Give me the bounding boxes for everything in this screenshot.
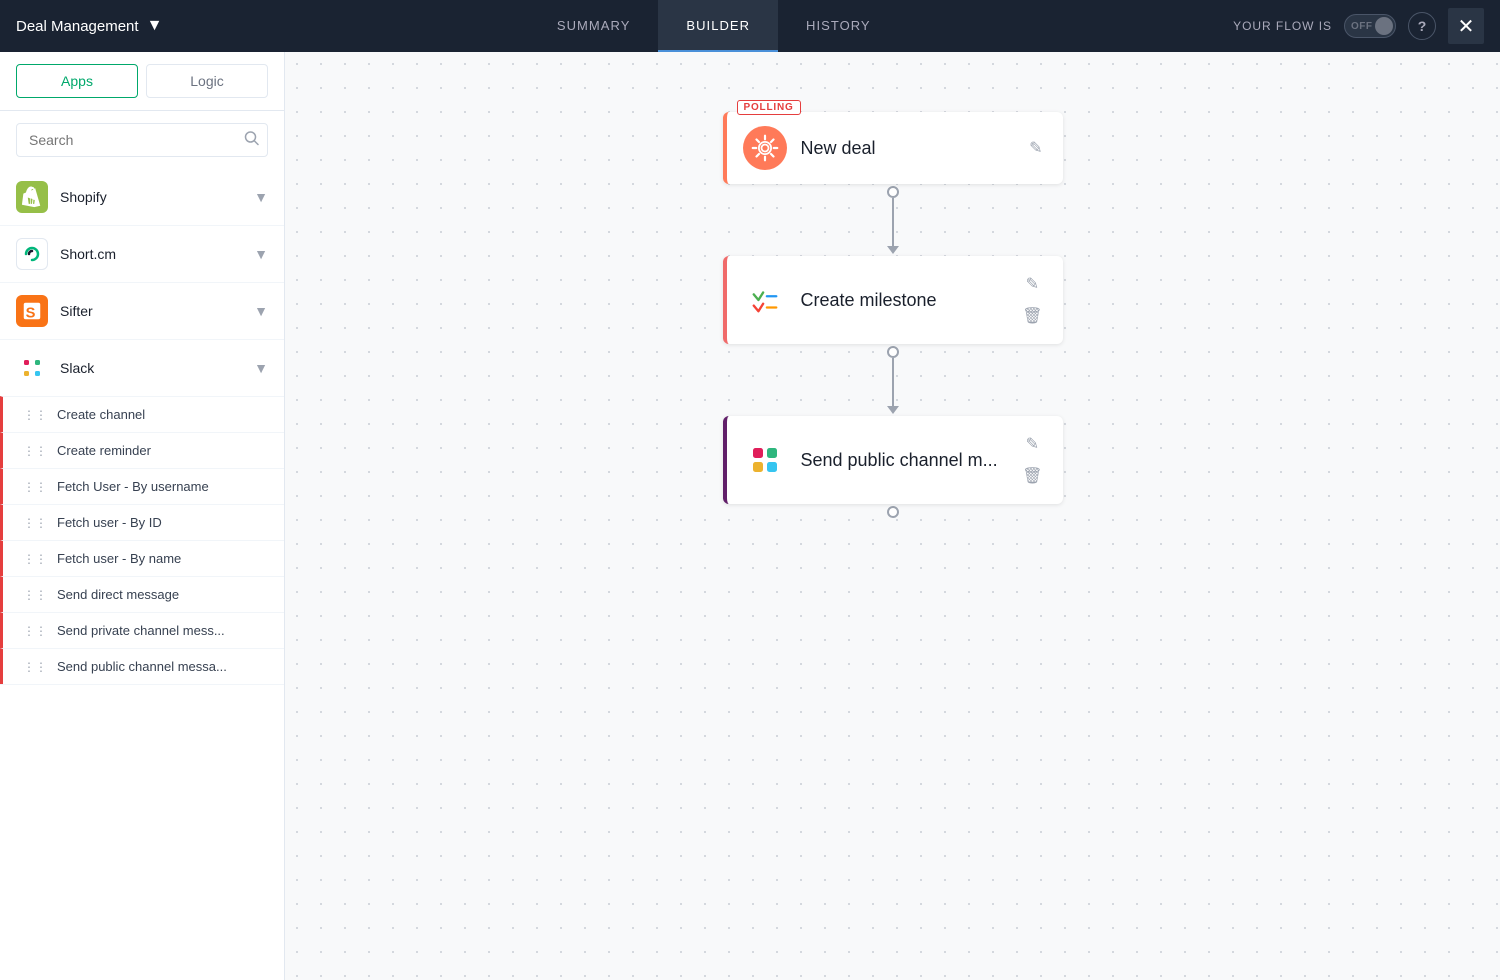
sidebar: Apps Logic Shopify ▼ — [0, 52, 285, 980]
close-button[interactable]: ✕ — [1448, 8, 1484, 44]
slack-item-label: Create reminder — [57, 443, 151, 458]
header-controls: YOUR FLOW IS OFF ? ✕ — [1233, 8, 1484, 44]
node-delete-button-3[interactable]: 🗑 — [1018, 462, 1046, 490]
slack-item-label: Send public channel messa... — [57, 659, 227, 674]
node-send-channel-label: Send public channel m... — [801, 450, 1019, 471]
flow-toggle[interactable]: OFF — [1344, 14, 1396, 38]
sifter-app-name: Sifter — [60, 303, 254, 319]
connector-3 — [887, 506, 899, 518]
node-new-deal-label: New deal — [801, 138, 1026, 159]
connector-arrow-2 — [887, 406, 899, 414]
svg-text:S: S — [26, 305, 36, 321]
sifter-icon: S — [16, 295, 48, 327]
slack-item-fetch-id[interactable]: ⋮⋮ Fetch user - By ID — [0, 504, 284, 540]
slack-icon — [16, 352, 48, 384]
connector-arrow — [887, 246, 899, 254]
node-create-milestone-label: Create milestone — [801, 290, 1019, 311]
shopify-icon — [16, 181, 48, 213]
app-header-shopify[interactable]: Shopify ▼ — [0, 169, 284, 225]
sidebar-tab-bar: Apps Logic — [0, 52, 284, 111]
slack-node-icon — [743, 438, 787, 482]
node-actions-3: ✎ 🗑 — [1018, 430, 1046, 490]
sidebar-tab-apps[interactable]: Apps — [16, 64, 138, 98]
app-header-slack[interactable]: Slack ▼ — [0, 340, 284, 396]
node-edit-button-3[interactable]: ✎ — [1018, 430, 1046, 458]
slack-item-label: Fetch user - By name — [57, 551, 181, 566]
asana-node-icon — [743, 278, 787, 322]
hubspot-node-icon — [743, 126, 787, 170]
slack-item-fetch-name[interactable]: ⋮⋮ Fetch user - By name — [0, 540, 284, 576]
app-group-sifter: S Sifter ▼ — [0, 283, 284, 340]
slack-item-send-public[interactable]: ⋮⋮ Send public channel messa... — [0, 648, 284, 684]
shopify-app-name: Shopify — [60, 189, 254, 205]
search-icon[interactable] — [244, 131, 260, 150]
shortcm-icon — [16, 238, 48, 270]
node-delete-button-2[interactable]: 🗑 — [1018, 302, 1046, 330]
slack-item-send-private[interactable]: ⋮⋮ Send private channel mess... — [0, 612, 284, 648]
toggle-knob — [1375, 17, 1393, 35]
slack-item-fetch-username[interactable]: ⋮⋮ Fetch User - By username — [0, 468, 284, 504]
tab-history[interactable]: HISTORY — [778, 0, 899, 52]
slack-item-create-channel[interactable]: ⋮⋮ Create channel — [0, 396, 284, 432]
slack-item-label: Fetch User - By username — [57, 479, 209, 494]
app-title: Deal Management — [16, 18, 139, 35]
help-button[interactable]: ? — [1408, 12, 1436, 40]
app-header-shortcm[interactable]: Short.cm ▼ — [0, 226, 284, 282]
slack-app-name: Slack — [60, 360, 254, 376]
slack-item-label: Send private channel mess... — [57, 623, 225, 638]
tab-summary[interactable]: SUMMARY — [529, 0, 659, 52]
toggle-text: OFF — [1351, 21, 1373, 32]
slack-item-label: Fetch user - By ID — [57, 515, 162, 530]
node-send-channel[interactable]: Send public channel m... ✎ 🗑 — [723, 416, 1063, 504]
slack-chevron: ▼ — [254, 360, 268, 376]
sidebar-tab-logic[interactable]: Logic — [146, 64, 268, 98]
connector-dot-3 — [887, 506, 899, 518]
connector-1 — [887, 186, 899, 254]
slack-item-label: Send direct message — [57, 587, 179, 602]
connector-line-2 — [892, 358, 894, 408]
header: Deal Management ▼ SUMMARY BUILDER HISTOR… — [0, 0, 1500, 52]
shortcm-chevron: ▼ — [254, 246, 268, 262]
flow-canvas: POLLING New deal ✎ — [285, 52, 1500, 980]
node-actions: ✎ — [1025, 134, 1046, 162]
connector-dot — [887, 186, 899, 198]
node-actions-2: ✎ 🗑 — [1018, 270, 1046, 330]
nav-tabs: SUMMARY BUILDER HISTORY — [194, 0, 1233, 52]
app-header-sifter[interactable]: S Sifter ▼ — [0, 283, 284, 339]
polling-badge: POLLING — [737, 100, 801, 115]
slack-item-label: Create channel — [57, 407, 145, 422]
connector-line — [892, 198, 894, 248]
tab-builder[interactable]: BUILDER — [658, 0, 778, 52]
app-group-shortcm: Short.cm ▼ — [0, 226, 284, 283]
node-edit-button[interactable]: ✎ — [1025, 134, 1046, 162]
flow-container: POLLING New deal ✎ — [285, 52, 1500, 852]
shortcm-app-name: Short.cm — [60, 246, 254, 262]
shopify-chevron: ▼ — [254, 189, 268, 205]
flow-label: YOUR FLOW IS — [1233, 19, 1332, 33]
connector-dot-2 — [887, 346, 899, 358]
node-edit-button-2[interactable]: ✎ — [1018, 270, 1046, 298]
node-create-milestone[interactable]: Create milestone ✎ 🗑 — [723, 256, 1063, 344]
app-group-shopify: Shopify ▼ — [0, 169, 284, 226]
search-box — [16, 123, 268, 157]
slack-item-create-reminder[interactable]: ⋮⋮ Create reminder — [0, 432, 284, 468]
connector-2 — [887, 346, 899, 414]
app-group-slack: Slack ▼ ⋮⋮ Create channel ⋮⋮ Create remi… — [0, 340, 284, 685]
sifter-chevron: ▼ — [254, 303, 268, 319]
node-new-deal[interactable]: POLLING New deal ✎ — [723, 112, 1063, 184]
title-chevron[interactable]: ▼ — [147, 17, 163, 35]
slack-item-send-direct[interactable]: ⋮⋮ Send direct message — [0, 576, 284, 612]
search-input[interactable] — [16, 123, 268, 157]
